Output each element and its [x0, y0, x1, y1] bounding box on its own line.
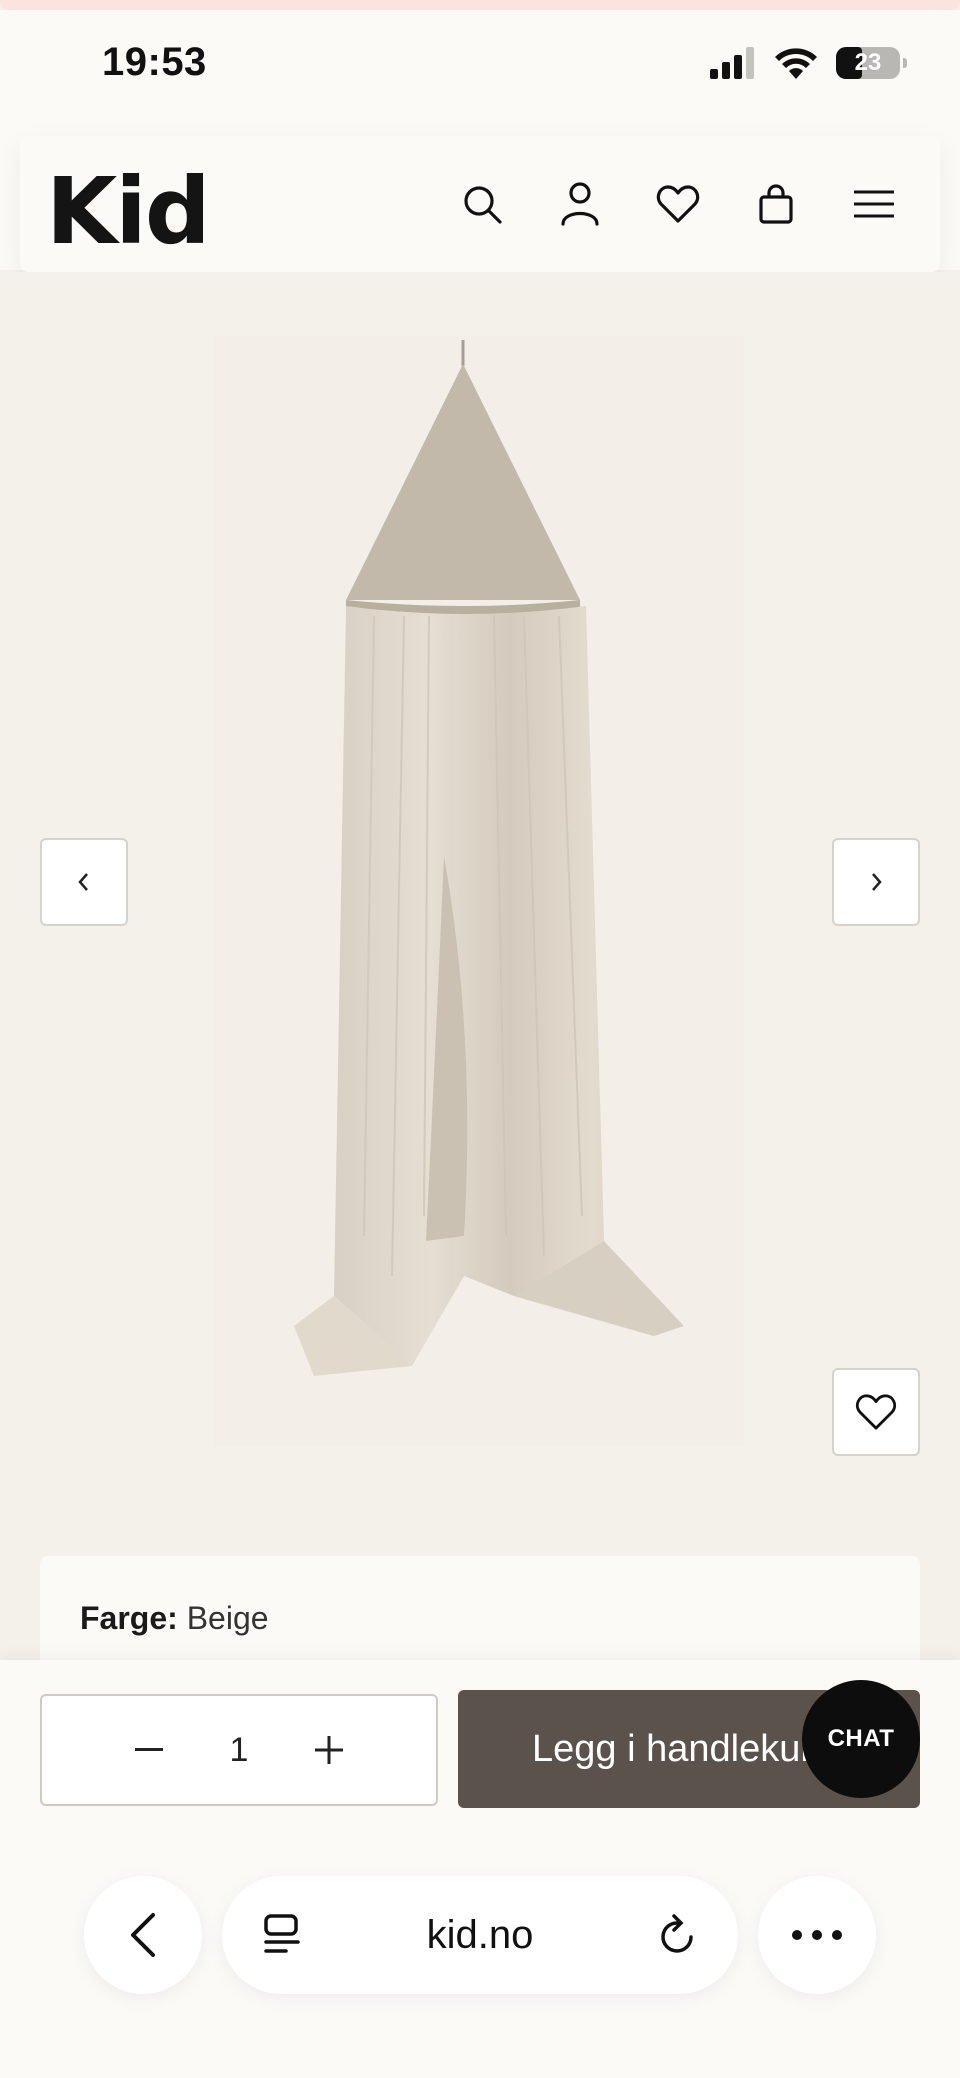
signal-icon: [710, 47, 754, 79]
browser-toolbar: kid.no: [0, 1876, 960, 1996]
browser-back-button[interactable]: [84, 1876, 202, 1994]
add-to-wishlist-button[interactable]: [832, 1368, 920, 1456]
browser-more-button[interactable]: [758, 1876, 876, 1994]
next-image-button[interactable]: [832, 838, 920, 926]
search-icon[interactable]: [458, 180, 506, 228]
heart-icon: [855, 1394, 897, 1430]
header-nav-icons: [458, 180, 898, 228]
url-text: kid.no: [426, 1912, 534, 1957]
menu-icon[interactable]: [850, 180, 898, 228]
reload-icon[interactable]: [658, 1913, 698, 1957]
battery-level: 23: [854, 49, 882, 76]
chevron-right-icon: [872, 873, 882, 891]
site-logo[interactable]: Kid: [46, 158, 211, 265]
color-label: Farge:: [80, 1600, 178, 1636]
tabs-icon[interactable]: [262, 1913, 302, 1957]
decrease-quantity-button[interactable]: [129, 1730, 169, 1770]
chat-button[interactable]: CHAT: [802, 1680, 920, 1798]
battery-icon: 23: [836, 47, 907, 79]
status-icons: 23: [710, 46, 907, 80]
shopping-bag-icon[interactable]: [752, 180, 800, 228]
account-icon[interactable]: [556, 180, 604, 228]
more-options-icon: [792, 1930, 842, 1940]
previous-image-button[interactable]: [40, 838, 128, 926]
plus-icon: [315, 1736, 343, 1764]
product-image: [214, 336, 744, 1446]
address-bar[interactable]: kid.no: [222, 1876, 738, 1994]
sticky-cart-bar: 1 Legg i handlekurv CHAT kid.no: [0, 1660, 960, 2078]
site-header: Kid: [20, 136, 940, 272]
back-arrow-icon: [131, 1913, 155, 1957]
wifi-icon: [775, 48, 817, 79]
color-selection: Farge: Beige: [80, 1600, 269, 1637]
quantity-value[interactable]: 1: [227, 1731, 251, 1770]
increase-quantity-button[interactable]: [309, 1730, 349, 1770]
chevron-left-icon: [78, 873, 88, 891]
status-time: 19:53: [102, 40, 207, 84]
product-options-card: Farge: Beige: [40, 1556, 920, 1676]
status-bar: 19:53 23: [0, 10, 960, 130]
quantity-stepper: 1: [40, 1694, 438, 1806]
product-gallery: [0, 272, 960, 1500]
minus-icon: [135, 1748, 163, 1751]
wishlist-icon[interactable]: [654, 180, 702, 228]
top-accent-strip: [0, 0, 960, 10]
color-value: Beige: [186, 1600, 269, 1636]
